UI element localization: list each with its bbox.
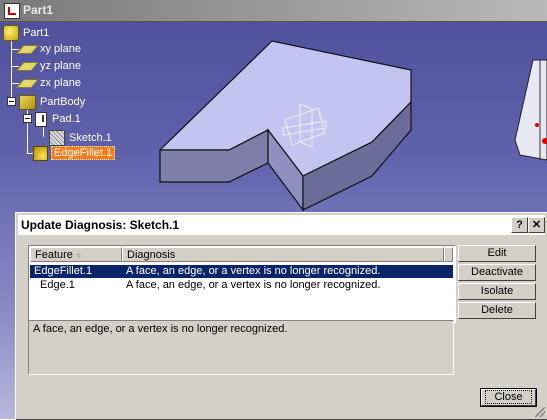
plane-icon <box>16 44 39 54</box>
diagnosis-message: A face, an edge, or a vertex is no longe… <box>33 323 288 335</box>
tree-line <box>11 83 19 84</box>
tree-item-yz-plane[interactable]: yz plane <box>16 60 83 72</box>
edit-button[interactable]: Edit <box>458 245 536 262</box>
close-icon[interactable]: ✕ <box>528 217 545 233</box>
plane-icon <box>16 78 39 88</box>
tree-line <box>11 49 19 50</box>
dialog-titlebar[interactable]: Update Diagnosis: Sketch.1 ? ✕ <box>18 215 545 235</box>
tree-label: Part1 <box>23 26 50 39</box>
tree-label: Pad.1 <box>52 113 81 126</box>
collapse-partbody-icon[interactable] <box>7 97 16 106</box>
part-icon <box>3 25 19 41</box>
tree-label-selected: EdgeFillet.1 <box>51 146 116 161</box>
tree-line <box>11 66 19 67</box>
deactivate-button[interactable]: Deactivate <box>458 264 536 281</box>
column-header-diagnosis[interactable]: Diagnosis <box>122 247 444 262</box>
compass-widget-icon <box>514 59 547 161</box>
tree-item-zx-plane[interactable]: zx plane <box>16 77 83 89</box>
update-diagnosis-dialog: Update Diagnosis: Sketch.1 ? ✕ Feature ▿ … <box>15 212 547 420</box>
tree-item-partbody[interactable]: PartBody <box>19 95 87 110</box>
feature-cell: Edge.1 <box>40 279 75 291</box>
tree-label: yz plane <box>40 60 81 72</box>
column-header-label: Feature <box>35 249 73 261</box>
tree-label: xy plane <box>40 43 81 55</box>
partbody-icon <box>19 95 36 110</box>
tree-label: PartBody <box>40 96 86 109</box>
close-button[interactable]: Close <box>480 388 537 407</box>
column-header-feature[interactable]: Feature ▿ <box>30 247 122 262</box>
feature-cell: EdgeFillet.1 <box>34 265 93 277</box>
tree-item-pad[interactable]: Pad.1 <box>35 112 83 127</box>
diagnosis-cell: A face, an edge, or a vertex is no longe… <box>126 279 381 291</box>
tree-line <box>11 38 12 100</box>
diagnosis-table[interactable]: Feature ▿ Diagnosis EdgeFillet.1 A face, … <box>28 245 456 323</box>
sort-indicator-icon: ▿ <box>76 251 81 260</box>
help-button[interactable]: ? <box>511 217 528 233</box>
isolate-button[interactable]: Isolate <box>458 283 536 300</box>
tree-item-xy-plane[interactable]: xy plane <box>16 43 83 55</box>
sketch-icon <box>49 130 65 146</box>
column-header-filler <box>444 247 453 262</box>
diagnosis-cell: A face, an edge, or a vertex is no longe… <box>126 265 381 277</box>
table-row[interactable]: Edge.1 A face, an edge, or a vertex is n… <box>30 279 453 292</box>
pad-icon <box>35 112 47 127</box>
tree-item-edgefillet[interactable]: EdgeFillet.1 <box>33 146 116 161</box>
edgefillet-icon <box>33 146 48 161</box>
plane-icon <box>16 61 39 71</box>
dialog-title: Update Diagnosis: Sketch.1 <box>21 218 180 232</box>
tree-item-part1[interactable]: Part1 <box>3 25 51 41</box>
diagnosis-message-box: A face, an edge, or a vertex is no longe… <box>28 320 454 375</box>
table-row[interactable]: EdgeFillet.1 A face, an edge, or a verte… <box>30 265 453 278</box>
tree-item-sketch[interactable]: Sketch.1 <box>49 130 114 146</box>
close-button-label: Close <box>485 390 532 404</box>
resize-grip-icon[interactable] <box>535 407 545 417</box>
delete-button[interactable]: Delete <box>458 302 536 319</box>
collapse-pad-icon[interactable] <box>23 114 32 123</box>
column-header-label: Diagnosis <box>127 249 176 261</box>
tree-label: zx plane <box>40 77 81 89</box>
tree-label: Sketch.1 <box>69 131 112 144</box>
